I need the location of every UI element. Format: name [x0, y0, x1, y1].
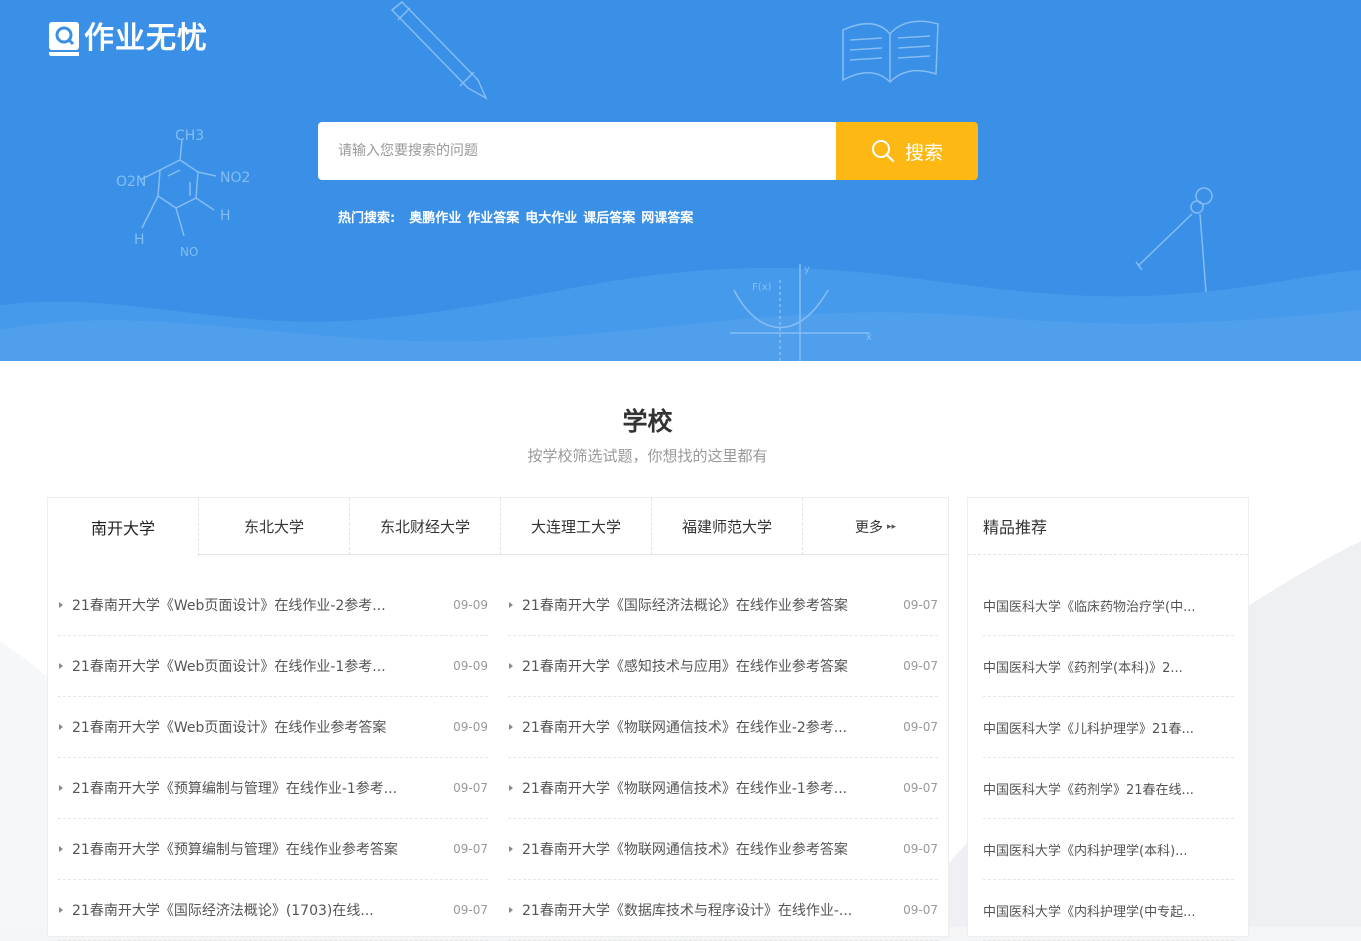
- article-column-left: 21春南开大学《Web页面设计》在线作业-2参考... 09-09 21春南开大学…: [58, 575, 488, 941]
- svg-text:NO2: NO2: [220, 170, 250, 186]
- recommend-item[interactable]: 中国医科大学《药剂学(本科)》2...: [983, 636, 1234, 697]
- list-item-date: 09-07: [453, 842, 488, 856]
- recommend-item[interactable]: 中国医科大学《儿科护理学》21春...: [983, 697, 1234, 758]
- svg-text:x: x: [866, 332, 872, 343]
- list-item-date: 09-09: [453, 659, 488, 673]
- article-column-right: 21春南开大学《国际经济法概论》在线作业参考答案 09-07 21春南开大学《感知…: [508, 575, 938, 941]
- school-panel: 南开大学 东北大学 东北财经大学 大连理工大学 福建师范大学 更多 ▸▸ 21春…: [47, 497, 949, 941]
- bullet-triangle-icon: [509, 663, 513, 669]
- svg-text:y: y: [804, 264, 810, 275]
- list-item-title[interactable]: 21春南开大学《Web页面设计》在线作业-2参考...: [72, 595, 448, 615]
- svg-text:NO: NO: [180, 245, 198, 259]
- list-item[interactable]: 21春南开大学《国际经济法概论》(1703)在线... 09-07: [58, 880, 488, 941]
- tab-dlut[interactable]: 大连理工大学: [501, 498, 652, 555]
- hot-search: 热门搜索: 奥鹏作业 作业答案 电大作业 课后答案 网课答案: [338, 207, 699, 226]
- article-columns: 21春南开大学《Web页面设计》在线作业-2参考... 09-09 21春南开大学…: [58, 575, 958, 941]
- tab-more[interactable]: 更多 ▸▸: [803, 498, 948, 555]
- list-item[interactable]: 21春南开大学《感知技术与应用》在线作业参考答案 09-07: [508, 636, 938, 697]
- search-icon: [871, 140, 895, 163]
- recommend-list: 中国医科大学《临床药物治疗学(中... 中国医科大学《药剂学(本科)》2... …: [983, 575, 1234, 941]
- bullet-triangle-icon: [59, 663, 63, 669]
- bullet-triangle-icon: [509, 724, 513, 730]
- hot-link-after-class-answers[interactable]: 课后答案: [583, 207, 635, 226]
- list-item-title[interactable]: 21春南开大学《数据库技术与程序设计》在线作业-...: [522, 900, 898, 920]
- list-item[interactable]: 21春南开大学《Web页面设计》在线作业-1参考... 09-09: [58, 636, 488, 697]
- list-item[interactable]: 21春南开大学《预算编制与管理》在线作业参考答案 09-07: [58, 819, 488, 880]
- recommend-title: 精品推荐: [968, 498, 1248, 555]
- list-item-title[interactable]: 21春南开大学《物联网通信技术》在线作业-2参考...: [522, 717, 898, 737]
- svg-text:CH3: CH3: [175, 128, 204, 144]
- list-item-date: 09-07: [903, 720, 938, 734]
- list-item-title[interactable]: 21春南开大学《物联网通信技术》在线作业参考答案: [522, 839, 898, 859]
- bullet-triangle-icon: [509, 907, 513, 913]
- list-item-date: 09-07: [903, 659, 938, 673]
- bullet-triangle-icon: [59, 907, 63, 913]
- list-item-date: 09-09: [453, 720, 488, 734]
- hot-link-aopeng[interactable]: 奥鹏作业: [409, 207, 461, 226]
- list-item-title[interactable]: 21春南开大学《国际经济法概论》(1703)在线...: [72, 900, 448, 920]
- list-item-date: 09-07: [903, 903, 938, 917]
- bullet-triangle-icon: [509, 846, 513, 852]
- list-item-title[interactable]: 21春南开大学《感知技术与应用》在线作业参考答案: [522, 656, 898, 676]
- tab-nankai[interactable]: 南开大学: [48, 498, 199, 556]
- svg-text:O2N: O2N: [116, 174, 146, 190]
- logo-text: 作业无忧: [84, 21, 208, 56]
- tab-northeastern[interactable]: 东北大学: [199, 498, 350, 555]
- recommend-item[interactable]: 中国医科大学《临床药物治疗学(中...: [983, 575, 1234, 636]
- list-item[interactable]: 21春南开大学《Web页面设计》在线作业参考答案 09-09: [58, 697, 488, 758]
- bullet-triangle-icon: [509, 602, 513, 608]
- search-button[interactable]: 搜索: [836, 122, 978, 180]
- list-item[interactable]: 21春南开大学《国际经济法概论》在线作业参考答案 09-07: [508, 575, 938, 636]
- list-item[interactable]: 21春南开大学《Web页面设计》在线作业-2参考... 09-09: [58, 575, 488, 636]
- list-item[interactable]: 21春南开大学《物联网通信技术》在线作业参考答案 09-07: [508, 819, 938, 880]
- search-button-label: 搜索: [904, 141, 943, 164]
- list-item-title[interactable]: 21春南开大学《预算编制与管理》在线作业参考答案: [72, 839, 448, 859]
- school-tabs: 南开大学 东北大学 东北财经大学 大连理工大学 福建师范大学 更多 ▸▸: [48, 498, 948, 556]
- list-item-title[interactable]: 21春南开大学《国际经济法概论》在线作业参考答案: [522, 595, 898, 615]
- double-arrow-right-icon: ▸▸: [886, 521, 897, 532]
- recommend-item[interactable]: 中国医科大学《内科护理学(中专起...: [983, 880, 1234, 941]
- bullet-triangle-icon: [59, 785, 63, 791]
- list-item-date: 09-07: [903, 842, 938, 856]
- tab-dufe[interactable]: 东北财经大学: [350, 498, 501, 555]
- hot-search-label: 热门搜索:: [338, 211, 396, 226]
- section-title: 学校: [622, 407, 673, 436]
- hot-link-online-course-answers[interactable]: 网课答案: [641, 207, 693, 226]
- list-item-date: 09-09: [453, 598, 488, 612]
- svg-text:F(x): F(x): [752, 282, 772, 293]
- list-item-date: 09-07: [453, 903, 488, 917]
- logo-book-icon: [49, 22, 79, 56]
- hot-link-tvu-homework[interactable]: 电大作业: [525, 207, 577, 226]
- list-item[interactable]: 21春南开大学《物联网通信技术》在线作业-2参考... 09-07: [508, 697, 938, 758]
- recommend-item[interactable]: 中国医科大学《内科护理学(本科)...: [983, 819, 1234, 880]
- list-item-title[interactable]: 21春南开大学《物联网通信技术》在线作业-1参考...: [522, 778, 898, 798]
- tab-fjnu[interactable]: 福建师范大学: [652, 498, 803, 555]
- site-logo[interactable]: 作业无忧: [48, 20, 208, 58]
- recommend-panel: 精品推荐 中国医科大学《临床药物治疗学(中... 中国医科大学《药剂学(本科)》…: [967, 497, 1249, 941]
- bullet-triangle-icon: [59, 724, 63, 730]
- svg-text:H: H: [134, 232, 145, 248]
- tab-more-label: 更多: [854, 519, 883, 536]
- list-item[interactable]: 21春南开大学《数据库技术与程序设计》在线作业-... 09-07: [508, 880, 938, 941]
- section-subtitle: 按学校筛选试题，你想找的这里都有: [527, 447, 768, 465]
- bullet-triangle-icon: [59, 846, 63, 852]
- bullet-triangle-icon: [59, 602, 63, 608]
- recommend-item[interactable]: 中国医科大学《药剂学》21春在线...: [983, 758, 1234, 819]
- bullet-triangle-icon: [509, 785, 513, 791]
- list-item[interactable]: 21春南开大学《预算编制与管理》在线作业-1参考... 09-07: [58, 758, 488, 819]
- list-item[interactable]: 21春南开大学《物联网通信技术》在线作业-1参考... 09-07: [508, 758, 938, 819]
- list-item-title[interactable]: 21春南开大学《预算编制与管理》在线作业-1参考...: [72, 778, 448, 798]
- hot-link-homework-answers[interactable]: 作业答案: [467, 207, 519, 226]
- list-item-date: 09-07: [903, 781, 938, 795]
- list-item-title[interactable]: 21春南开大学《Web页面设计》在线作业-1参考...: [72, 656, 448, 676]
- search-input[interactable]: [318, 122, 836, 180]
- list-item-date: 09-07: [903, 598, 938, 612]
- svg-text:H: H: [220, 208, 231, 224]
- search-bar: 搜索: [318, 122, 978, 180]
- list-item-title[interactable]: 21春南开大学《Web页面设计》在线作业参考答案: [72, 717, 448, 737]
- hero-banner: CH3 NO2 O2N H H NO F(x) y x 作业无忧 请输入您要搜索…: [0, 0, 1361, 361]
- list-item-date: 09-07: [453, 781, 488, 795]
